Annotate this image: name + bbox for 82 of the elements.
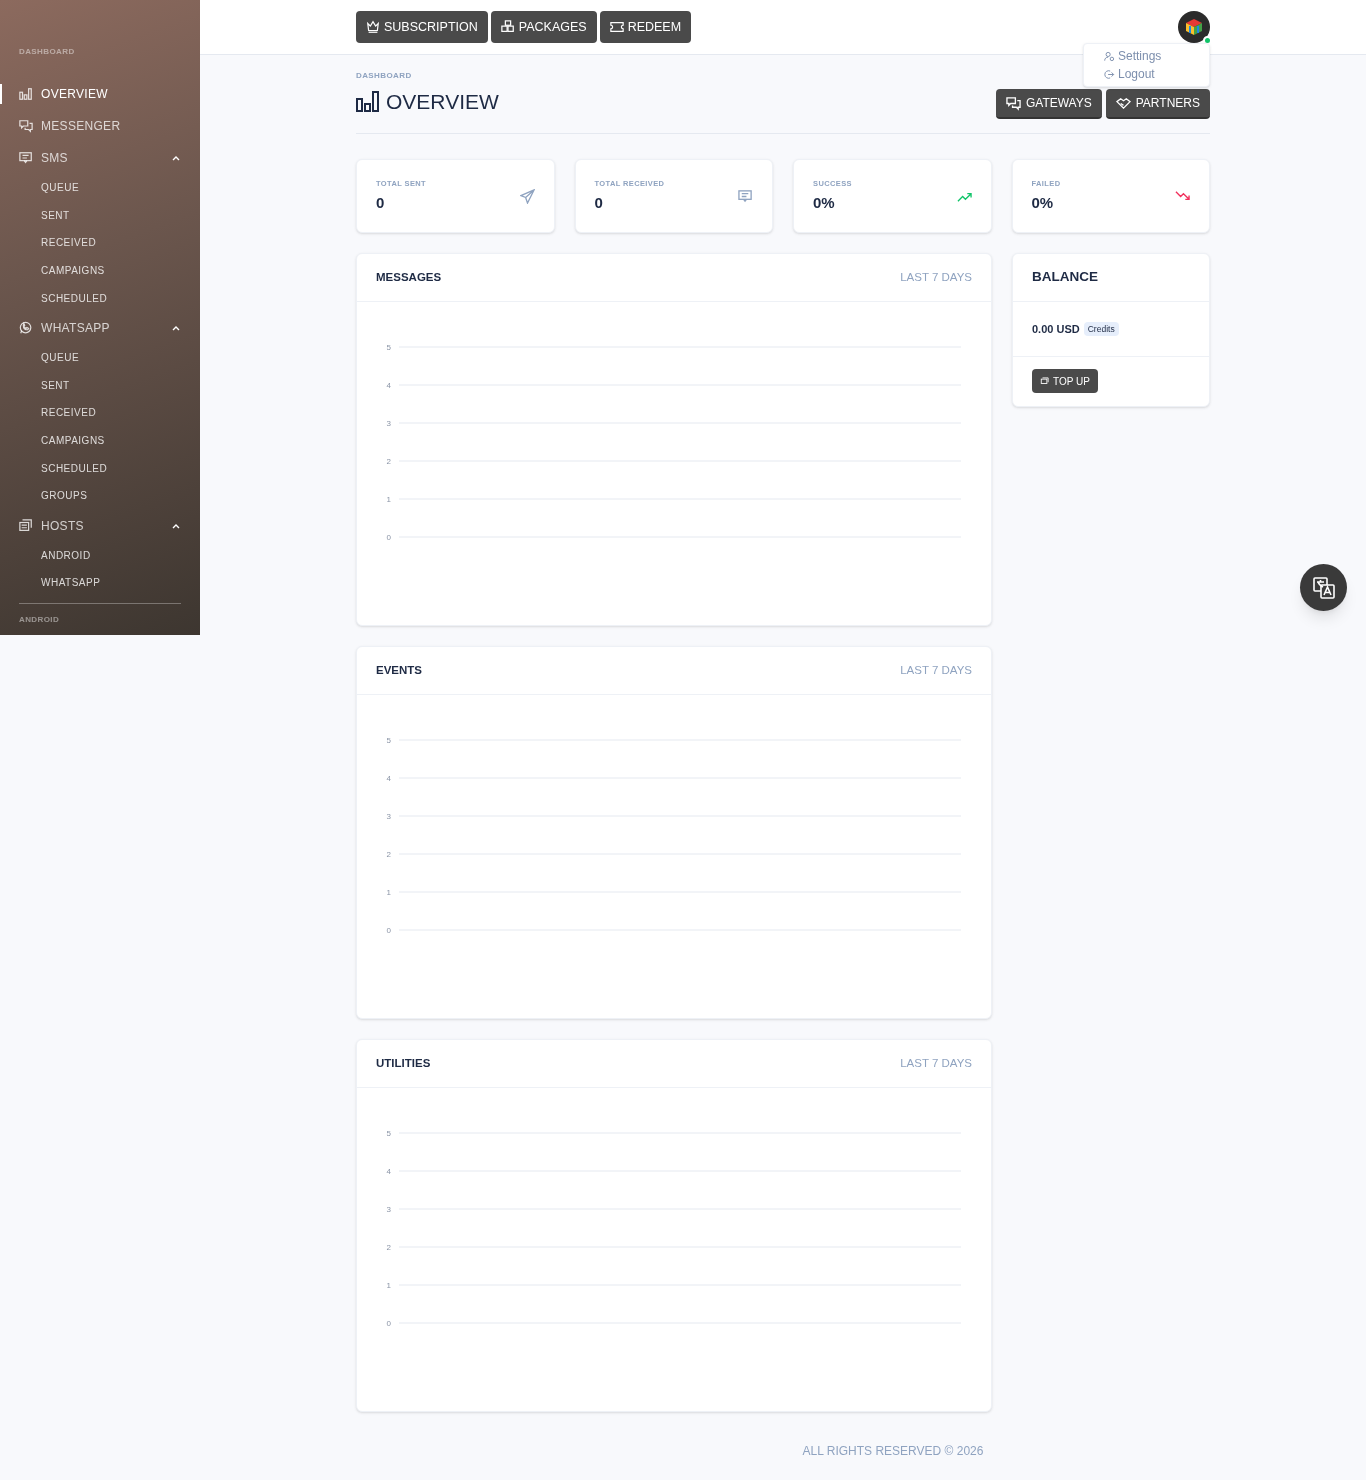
breadcrumb: DASHBOARD [356, 69, 413, 82]
sidebar-subitem[interactable]: CAMPAIGNS [0, 256, 200, 285]
server-icon [19, 518, 33, 533]
chevron-up-icon [172, 522, 180, 529]
sidebar-subitem[interactable]: WHATSAPP [0, 569, 200, 597]
axis-tick-label: 1 [386, 1281, 391, 1290]
stat-value: 0% [813, 192, 836, 213]
active-indicator [0, 84, 2, 104]
axis-tick-label: 5 [386, 1129, 391, 1138]
axis-tick-label: 0 [386, 1319, 391, 1328]
sidebar-subitem[interactable]: RECEIVED [0, 399, 200, 427]
menu-item[interactable]: Settings [1084, 48, 1209, 64]
translate-button[interactable] [1300, 564, 1347, 611]
credits-badge: Credits [1083, 321, 1119, 337]
logout-icon [1104, 68, 1115, 80]
bar-chart-icon [19, 87, 33, 101]
sidebar-item[interactable]: WHATSAPP [0, 311, 200, 344]
topbar-button[interactable]: SUBSCRIPTION [356, 11, 488, 43]
axis-tick-label: 2 [386, 850, 391, 859]
message-icon [19, 151, 33, 165]
sidebar-item[interactable]: OVERVIEW [0, 78, 200, 110]
chevron-up-icon [172, 324, 180, 331]
axis-tick-label: 2 [386, 457, 391, 466]
topbar-button[interactable]: PACKAGES [490, 11, 597, 43]
balance-amount: 0.00 USD [1032, 321, 1080, 337]
footer-text: ALL RIGHTS RESERVED © 2026 [802, 1443, 984, 1460]
stat-value: 0% [1031, 192, 1055, 213]
user-avatar[interactable] [1178, 11, 1210, 43]
sidebar-subitem[interactable]: RECEIVED [0, 229, 200, 257]
axis-tick-label: 4 [386, 381, 391, 390]
axis-tick-label: 0 [386, 533, 391, 542]
axis-tick-label: 0 [386, 926, 391, 935]
axis-tick-label: 1 [386, 495, 391, 504]
axis-tick-label: 1 [386, 888, 391, 897]
sidebar-subitem[interactable]: SENT [0, 371, 200, 400]
chat-bubbles-icon [1005, 95, 1021, 111]
axis-tick-label: 3 [386, 1205, 391, 1214]
chart-title: UTILITIES [376, 1055, 431, 1071]
action-button[interactable]: GATEWAYS [995, 89, 1102, 119]
period-label: LAST 7 DAYS [900, 662, 972, 678]
stat-value: 0 [594, 192, 604, 213]
money-icon [1040, 376, 1050, 386]
crown-icon [366, 20, 380, 34]
axis-tick-label: 3 [386, 812, 391, 821]
sidebar-subitem[interactable]: QUEUE [0, 174, 200, 202]
action-button[interactable]: PARTNERS [1105, 89, 1210, 119]
balance-title: BALANCE [1032, 268, 1098, 287]
period-label: LAST 7 DAYS [900, 269, 972, 285]
sidebar-item[interactable]: SMS [0, 142, 200, 174]
axis-tick-label: 5 [386, 343, 391, 352]
sidebar-item[interactable]: MESSENGER [0, 110, 200, 142]
chart-title: EVENTS [376, 662, 422, 678]
sidebar-item[interactable]: HOSTS [0, 509, 200, 542]
bar-chart-icon [356, 90, 380, 113]
sidebar-subitem[interactable]: SENT [0, 201, 200, 230]
sidebar-subitem[interactable]: SCHEDULED [0, 454, 200, 482]
menu-item[interactable]: Logout [1084, 66, 1209, 82]
sidebar-section-label: ANDROID [18, 613, 61, 626]
axis-tick-label: 5 [386, 736, 391, 745]
boxes-icon [500, 20, 515, 34]
topbar-button[interactable]: REDEEM [599, 11, 692, 43]
period-label: LAST 7 DAYS [900, 1055, 972, 1071]
sidebar-subitem[interactable]: QUEUE [0, 343, 200, 372]
page-title: OVERVIEW [386, 88, 499, 115]
translate-icon [1312, 576, 1335, 599]
axis-tick-label: 2 [386, 1243, 391, 1252]
sidebar-subitem[interactable]: SCHEDULED [0, 284, 200, 312]
stat-value: 0 [376, 192, 386, 213]
sidebar-subitem[interactable]: ANDROID [0, 541, 200, 570]
top-up-button[interactable]: TOP UP [1032, 369, 1098, 393]
ticket-icon [609, 20, 624, 34]
chat-bubbles-icon [19, 119, 33, 133]
chart-title: MESSAGES [376, 269, 442, 285]
axis-tick-label: 3 [386, 419, 391, 428]
phone-bubble-icon [19, 320, 33, 335]
sidebar-subitem[interactable]: CAMPAIGNS [0, 426, 200, 455]
chevron-up-icon [172, 155, 180, 161]
axis-tick-label: 4 [386, 774, 391, 783]
axis-tick-label: 4 [386, 1167, 391, 1176]
sidebar-section-label: DASHBOARD [18, 46, 76, 58]
sidebar-subitem[interactable]: GROUPS [0, 481, 200, 510]
cube-logo-icon [1184, 17, 1204, 37]
